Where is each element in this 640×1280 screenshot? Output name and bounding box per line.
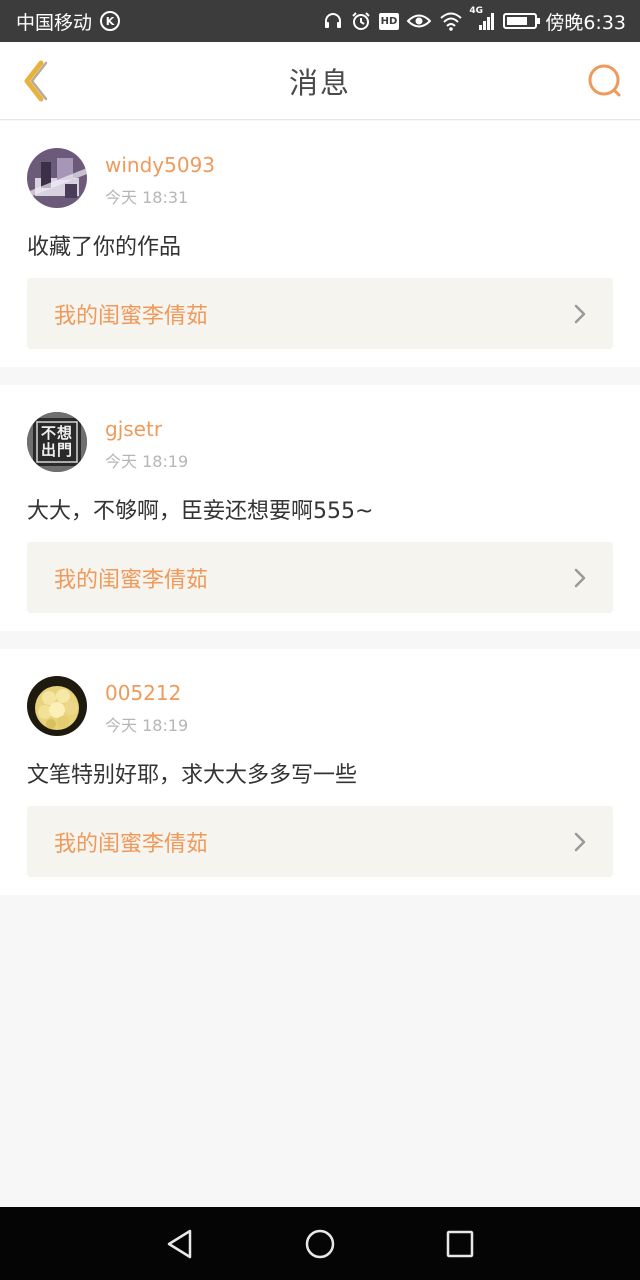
message-list: windy5093 今天 18:31 收藏了你的作品 我的闺蜜李倩茹 不想出門 … — [0, 121, 640, 895]
battery-fill — [507, 17, 527, 25]
username[interactable]: 005212 — [105, 681, 181, 705]
back-button[interactable] — [14, 56, 54, 106]
work-link[interactable]: 我的闺蜜李倩茹 — [27, 278, 613, 349]
recents-nav-button[interactable] — [440, 1224, 480, 1264]
signal-icon: 4G — [469, 6, 495, 32]
avatar[interactable] — [27, 676, 87, 736]
message-text: 文笔特别好耶，求大大多多写一些 — [27, 763, 358, 788]
work-title: 我的闺蜜李倩茹 — [54, 831, 209, 857]
chevron-right-icon — [573, 831, 587, 853]
circle-home-icon — [305, 1229, 335, 1258]
square-recents-icon — [446, 1230, 474, 1257]
home-nav-button[interactable] — [300, 1224, 340, 1264]
carrier-label: 中国移动 — [16, 11, 93, 34]
username[interactable]: windy5093 — [105, 153, 215, 177]
system-nav-bar — [0, 1207, 640, 1280]
network-type-label: 4G — [469, 6, 483, 16]
avatar-text: 不想出門 — [40, 424, 73, 459]
status-left: 中国移动 K — [16, 8, 121, 35]
chevron-right-icon — [573, 303, 587, 325]
clock-label: 傍晚6:33 — [545, 11, 626, 34]
username[interactable]: gjsetr — [105, 417, 162, 441]
chevron-left-icon — [24, 60, 48, 102]
timestamp: 今天 18:19 — [105, 716, 189, 735]
avatar[interactable]: 不想出門 — [27, 412, 87, 472]
work-link[interactable]: 我的闺蜜李倩茹 — [27, 806, 613, 877]
status-bar: 中国移动 K HD 4G 傍晚6:33 — [0, 0, 640, 42]
avatar[interactable] — [27, 148, 87, 208]
message-card[interactable]: 不想出門 gjsetr 今天 18:19 大大，不够啊，臣妾还想要啊555~ 我… — [0, 385, 640, 631]
message-text: 收藏了你的作品 — [27, 235, 182, 260]
eye-icon — [407, 10, 432, 32]
alarm-icon — [351, 10, 371, 32]
status-right: HD 4G 傍晚6:33 — [323, 6, 626, 35]
battery-icon — [503, 13, 541, 29]
work-link[interactable]: 我的闺蜜李倩茹 — [27, 542, 613, 613]
message-card[interactable]: 005212 今天 18:19 文笔特别好耶，求大大多多写一些 我的闺蜜李倩茹 — [0, 649, 640, 895]
page-title: 消息 — [288, 65, 351, 100]
carrier-k-icon: K — [100, 11, 121, 31]
message-text: 大大，不够啊，臣妾还想要啊555~ — [27, 499, 374, 524]
timestamp: 今天 18:19 — [105, 452, 189, 471]
triangle-back-icon — [167, 1229, 192, 1258]
search-button[interactable] — [584, 60, 626, 102]
back-nav-button[interactable] — [160, 1224, 200, 1264]
search-icon — [588, 64, 621, 97]
timestamp: 今天 18:31 — [105, 188, 189, 207]
nav-header: 消息 — [0, 42, 640, 120]
chevron-right-icon — [573, 567, 587, 589]
work-title: 我的闺蜜李倩茹 — [54, 567, 209, 593]
wifi-icon — [439, 10, 463, 32]
headphones-icon — [323, 10, 343, 32]
message-card[interactable]: windy5093 今天 18:31 收藏了你的作品 我的闺蜜李倩茹 — [0, 121, 640, 367]
work-title: 我的闺蜜李倩茹 — [54, 303, 209, 329]
hd-icon: HD — [378, 12, 400, 30]
